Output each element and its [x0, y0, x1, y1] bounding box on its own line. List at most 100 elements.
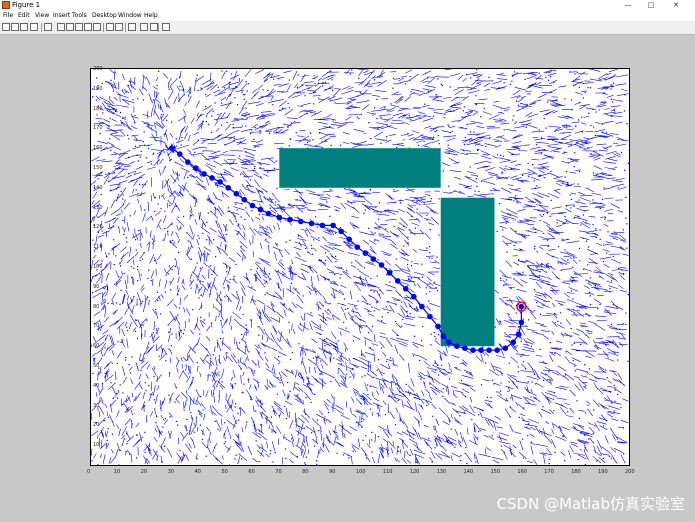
path-point: [287, 216, 293, 223]
colorbar-icon[interactable]: [128, 23, 136, 31]
path-point: [502, 345, 509, 352]
data-cursor-icon[interactable]: [93, 23, 101, 31]
path-point: [370, 256, 377, 262]
path-point: [446, 339, 452, 346]
menu-desktop[interactable]: Desktop: [92, 11, 117, 21]
path-point: [330, 222, 336, 229]
x-tick-label: 150: [490, 469, 501, 475]
path-point: [402, 286, 409, 292]
toolbar-separator: [158, 23, 159, 32]
x-tick-label: 170: [544, 469, 554, 475]
x-tick-label: 190: [598, 469, 608, 475]
x-tick-label: 180: [571, 469, 581, 475]
path-point: [411, 293, 417, 300]
save-icon[interactable]: [20, 23, 28, 31]
x-tick-label: 60: [248, 469, 255, 475]
path-point: [440, 333, 447, 340]
toolbar-separator: [41, 23, 42, 32]
path-point: [386, 270, 393, 276]
path-point: [419, 303, 425, 310]
link-icon[interactable]: [115, 23, 123, 31]
plot-area: [91, 69, 629, 465]
path-point: [308, 220, 315, 227]
y-tick-label: 90: [93, 283, 100, 290]
close-button[interactable]: ✕: [668, 0, 684, 11]
menu-tools[interactable]: Tools: [72, 11, 87, 21]
y-tick-label: 180: [93, 105, 103, 112]
path-point: [362, 250, 369, 256]
legend-icon[interactable]: [140, 23, 148, 31]
x-tick-label: 200: [625, 469, 635, 475]
path-point: [510, 339, 517, 346]
y-tick-label: 130: [93, 204, 103, 211]
zoom-in-icon[interactable]: [57, 23, 65, 31]
path-point: [435, 323, 441, 330]
y-tick-label: 140: [93, 184, 103, 191]
open-icon[interactable]: [11, 23, 19, 31]
path-point: [378, 262, 385, 268]
plot-axes[interactable]: [90, 68, 630, 466]
y-tick-label: 100: [93, 264, 103, 270]
pan-icon[interactable]: [75, 23, 83, 31]
path-point: [338, 228, 344, 235]
brush-icon[interactable]: [106, 23, 114, 31]
new-file-icon[interactable]: [2, 23, 10, 31]
path-point: [478, 347, 484, 354]
y-tick-label: 120: [93, 224, 103, 231]
menu-help[interactable]: Help: [144, 11, 158, 21]
y-tick-label: 20: [93, 422, 100, 429]
y-tick-label: 10: [93, 442, 100, 449]
path-point: [494, 347, 501, 354]
path-point: [394, 278, 401, 284]
y-tick-label: 80: [93, 303, 100, 310]
path-point: [185, 159, 191, 165]
show-plot-tools-icon[interactable]: [162, 23, 170, 31]
menu-file[interactable]: File: [3, 11, 13, 21]
window-title: Figure 1: [12, 1, 41, 9]
start-point: [169, 145, 175, 151]
path-point: [470, 347, 476, 354]
y-tick-label: 170: [93, 125, 103, 132]
x-tick-label: 90: [329, 469, 336, 475]
menu-insert[interactable]: Insert: [53, 11, 70, 21]
y-tick-label: 190: [93, 85, 103, 92]
path-point: [518, 303, 525, 310]
path-point: [217, 179, 223, 185]
y-tick-label: 110: [93, 244, 103, 251]
x-tick-label: 130: [436, 469, 447, 475]
x-tick-label: 100: [356, 469, 366, 475]
x-tick-label: 120: [409, 469, 420, 475]
path-point: [518, 319, 525, 326]
menu-view[interactable]: View: [35, 11, 49, 21]
path-point: [486, 347, 492, 354]
minimize-button[interactable]: —: [620, 0, 636, 11]
x-tick-label: 140: [463, 469, 474, 475]
x-tick-label: 70: [275, 469, 282, 475]
maximize-button[interactable]: □: [643, 0, 659, 11]
path-point: [201, 171, 207, 177]
path-point: [276, 214, 283, 221]
rotate-icon[interactable]: [84, 23, 92, 31]
menu-window[interactable]: Window: [118, 11, 142, 21]
path-point: [298, 218, 304, 225]
path-point: [427, 313, 433, 320]
path-point: [177, 151, 183, 157]
obstacle-2: [440, 197, 495, 347]
path-point: [346, 236, 352, 243]
x-tick-label: 50: [221, 469, 228, 475]
menu-edit[interactable]: Edit: [18, 11, 30, 21]
path-point: [193, 165, 199, 171]
path-point: [454, 343, 460, 350]
zoom-out-icon[interactable]: [66, 23, 74, 31]
pointer-icon[interactable]: [44, 23, 52, 31]
y-tick-label: 60: [93, 343, 100, 350]
toolbar-separator: [103, 23, 104, 32]
y-tick-label: 160: [93, 145, 103, 152]
hide-plot-tools-icon[interactable]: [150, 23, 158, 31]
print-icon[interactable]: [30, 23, 38, 31]
path-point: [265, 210, 272, 217]
x-tick-label: 20: [140, 469, 148, 475]
x-tick-label: 10: [113, 469, 121, 475]
figure-toolbar: [0, 21, 695, 35]
matlab-figure-icon: [2, 1, 10, 9]
